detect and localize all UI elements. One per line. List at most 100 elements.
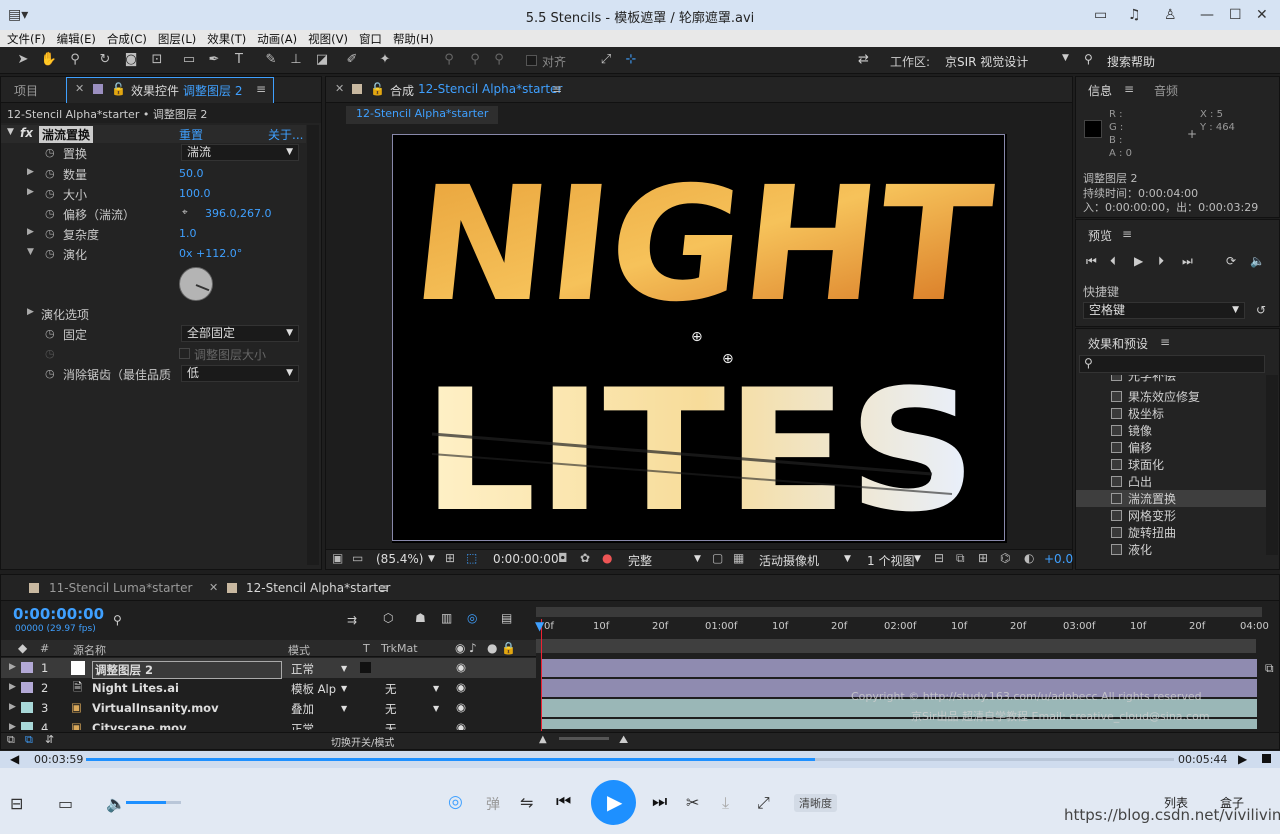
workspace-chevron-icon[interactable]: ▼ <box>1062 53 1069 63</box>
mask-visibility-icon[interactable]: ⬚ <box>466 551 477 565</box>
effects-scrollbar[interactable] <box>1266 375 1278 555</box>
toggle-switches-modes[interactable]: 切换开关/模式 <box>331 734 394 749</box>
type-tool-icon[interactable]: T <box>230 51 248 69</box>
evolution-dial[interactable] <box>179 267 213 301</box>
menu-window[interactable]: 窗口 <box>359 31 382 47</box>
volume-slider[interactable] <box>126 801 181 804</box>
comp-mini-flowchart-icon[interactable]: ⇉ <box>347 613 357 627</box>
crosshair-icon[interactable]: ⌖ <box>182 207 188 218</box>
chevron-down-icon[interactable]: ▼ <box>341 704 347 713</box>
color-channel-icon[interactable]: ● <box>602 551 612 565</box>
play-icon[interactable]: ▶ <box>1134 254 1143 268</box>
lock-icon[interactable]: 🔓 <box>111 82 126 96</box>
rotate-tool-icon[interactable]: ↻ <box>96 51 114 69</box>
graph-editor-icon[interactable]: ▤ <box>501 611 512 625</box>
amount-value[interactable]: 50.0 <box>179 167 204 180</box>
layer-name[interactable]: Cityscape.mov <box>92 721 187 730</box>
effect-name[interactable]: 湍流置换 <box>39 126 94 143</box>
panel-scrollbar[interactable] <box>307 125 319 565</box>
reset-shortcut-icon[interactable]: ↺ <box>1256 303 1266 317</box>
chevron-down-icon[interactable]: ▼ <box>341 684 347 693</box>
layer-switches-icon[interactable]: ⧉ <box>7 733 15 747</box>
previous-frame-icon[interactable]: ⏴ <box>1110 254 1116 269</box>
collapse-arrow-icon[interactable]: ▼ <box>27 247 34 257</box>
expand-arrow-icon[interactable]: ▶ <box>27 307 34 317</box>
expand-arrow-icon[interactable]: ▶ <box>9 682 16 692</box>
table-row[interactable]: ▶ 2 🗎 Night Lites.ai 模板 Alp ▼ 无 ▼ ◉ <box>1 678 536 698</box>
loop-mode-icon[interactable]: ◎ <box>448 792 463 812</box>
close-tab-icon[interactable]: ✕ <box>335 82 344 95</box>
effects-search-input[interactable] <box>1079 355 1265 373</box>
panel-menu-icon[interactable]: ≡ <box>379 581 389 595</box>
menu-help[interactable]: 帮助(H) <box>393 31 434 47</box>
antialias-dropdown[interactable]: 低 ▼ <box>181 365 299 382</box>
camera-select[interactable]: 活动摄像机 <box>759 552 819 569</box>
show-snapshot-icon[interactable]: ✿ <box>580 551 590 565</box>
tab-timeline-1[interactable]: 11-Stencil Luma*starter <box>49 581 192 595</box>
fast-preview-icon[interactable]: ⧉ <box>956 551 965 566</box>
feedback-icon[interactable]: ▭ <box>1094 7 1107 23</box>
eye-icon[interactable]: ◉ <box>456 700 466 714</box>
current-time[interactable]: 0:00:00:00 <box>493 552 559 566</box>
offset-point-icon[interactable]: ⊕ <box>722 351 734 367</box>
trkmat-value[interactable]: 无 <box>385 681 397 697</box>
play-button[interactable]: ▶ <box>591 780 636 825</box>
puppet-pin-icon[interactable]: ✦ <box>376 51 394 69</box>
next-frame-icon[interactable]: ⏵ <box>1158 254 1164 269</box>
folder-icon[interactable]: ▭ <box>58 794 73 813</box>
stopwatch-icon[interactable]: ◷ <box>45 367 55 380</box>
zoom-level[interactable]: (85.4%) <box>376 552 423 566</box>
resolution-chevron-icon[interactable]: ▼ <box>694 554 701 564</box>
table-row[interactable]: ▶ 1 调整图层 2 正常 ▼ ◉ <box>1 658 536 679</box>
size-value[interactable]: 100.0 <box>179 187 211 200</box>
scissors-icon[interactable]: ✂ <box>686 793 699 812</box>
effect-item[interactable]: 偏移 <box>1111 439 1152 456</box>
label-color[interactable] <box>21 702 33 713</box>
panel-menu-icon[interactable]: ≡ <box>1160 335 1170 349</box>
open-file-icon[interactable]: ⊟ <box>10 794 23 813</box>
stopwatch-icon[interactable]: ◷ <box>45 247 55 260</box>
eye-icon[interactable]: ◉ <box>456 660 466 674</box>
preserve-transparency[interactable] <box>360 662 371 673</box>
effect-item[interactable]: 光学补偿 <box>1111 375 1176 384</box>
camera-chevron-icon[interactable]: ▼ <box>844 554 851 564</box>
resolution-select[interactable]: 完整 <box>628 552 652 569</box>
evolution-value[interactable]: 0x +112.0° <box>179 247 242 260</box>
effect-item[interactable]: 球面化 <box>1111 456 1164 473</box>
effect-item[interactable]: 旋转扭曲 <box>1111 524 1176 541</box>
tab-audio[interactable]: 音频 <box>1154 82 1178 99</box>
previous-track-icon[interactable]: ⏮ <box>556 792 571 812</box>
layer-mode[interactable]: 模板 Alp <box>291 681 336 697</box>
close-icon[interactable]: ✕ <box>1256 7 1268 23</box>
stopwatch-icon[interactable]: ◷ <box>45 146 55 159</box>
layer-name[interactable]: 调整图层 2 <box>92 661 282 679</box>
stopwatch-icon[interactable]: ◷ <box>45 167 55 180</box>
in-out-icon[interactable]: ⇵ <box>45 733 54 746</box>
effect-item-selected[interactable]: 湍流置换 <box>1076 490 1266 507</box>
pen-tool-icon[interactable]: ✒ <box>205 51 223 69</box>
trkmat-value[interactable]: 无 <box>385 701 397 717</box>
complexity-value[interactable]: 1.0 <box>179 227 197 240</box>
skip-forward-icon[interactable]: ▶ <box>1238 752 1247 766</box>
first-frame-icon[interactable]: ⏮ <box>1086 254 1097 269</box>
tab-timeline-2[interactable]: 12-Stencil Alpha*starter <box>246 581 390 595</box>
clone-stamp-icon[interactable]: ⊥ <box>287 51 305 69</box>
layer-name[interactable]: VirtualInsanity.mov <box>92 701 219 715</box>
close-tab-icon[interactable]: ✕ <box>209 581 218 594</box>
motion-blur-icon[interactable]: ◎ <box>467 611 477 625</box>
bell-icon[interactable]: ♫ <box>1128 7 1141 23</box>
effect-item[interactable]: 液化 <box>1111 541 1152 558</box>
snapshot-icon[interactable]: ◘ <box>558 551 568 565</box>
equalizer-icon[interactable]: ⇋ <box>520 793 533 812</box>
expand-icon[interactable]: ⤢ <box>597 51 615 69</box>
expand-arrow-icon[interactable]: ▶ <box>27 167 34 177</box>
comp-tab-name[interactable]: 12-Stencil Alpha*starter <box>418 82 562 96</box>
comp-marker-bar[interactable] <box>536 639 1256 653</box>
views-chevron-icon[interactable]: ▼ <box>914 554 921 564</box>
comp-breadcrumb-chip[interactable]: 12-Stencil Alpha*starter <box>346 106 499 124</box>
resize-layer-checkbox[interactable] <box>179 348 190 359</box>
tab-project[interactable]: 项目 <box>14 82 38 99</box>
minimize-icon[interactable]: — <box>1200 7 1214 23</box>
layer-mode[interactable]: 正常 <box>291 721 314 730</box>
menu-effect[interactable]: 效果(T) <box>207 31 246 47</box>
